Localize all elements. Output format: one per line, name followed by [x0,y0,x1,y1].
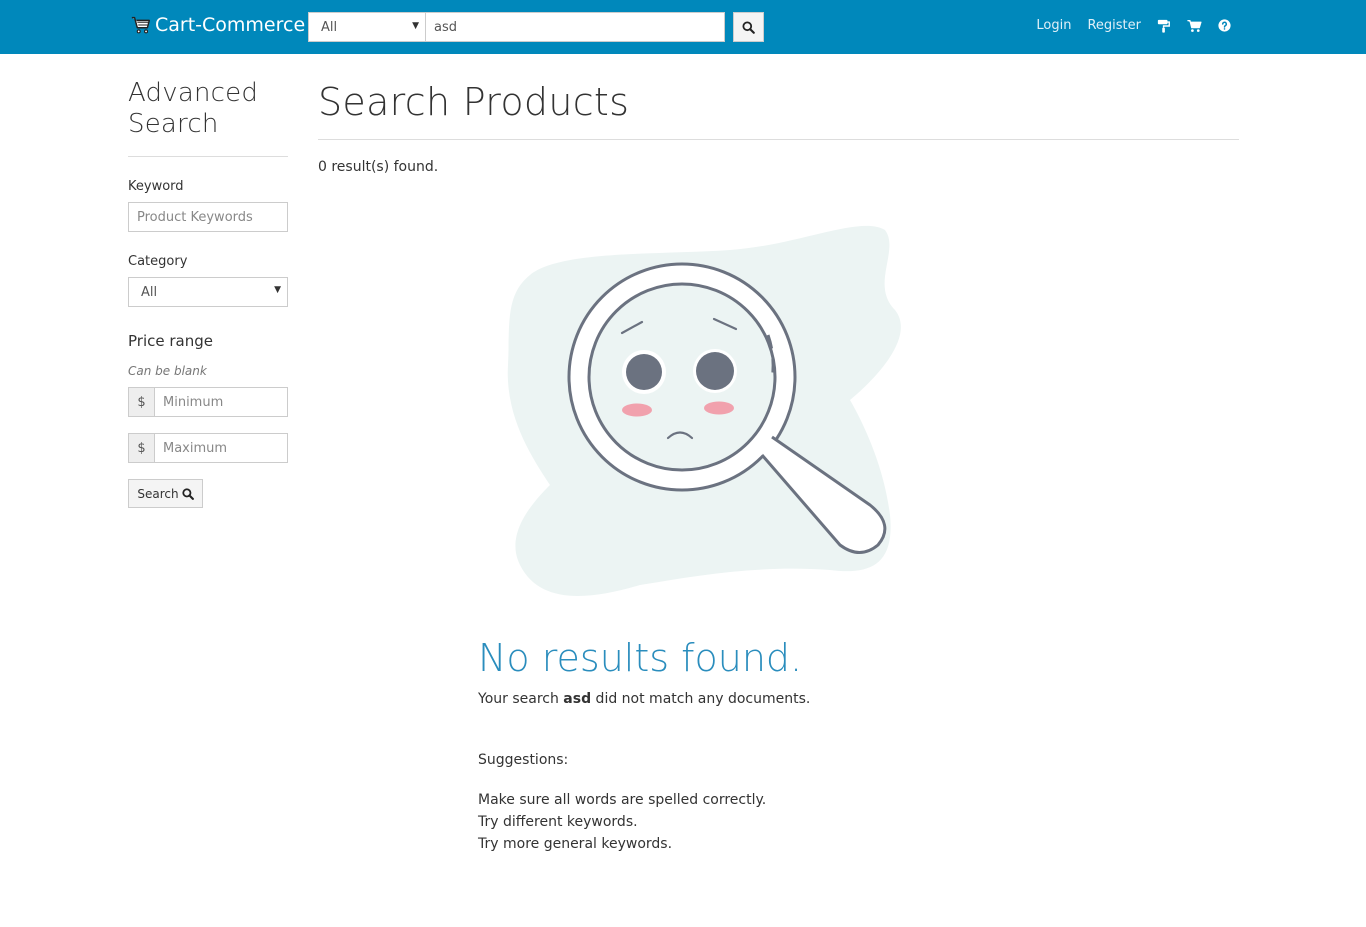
price-range-heading: Price range [128,332,213,350]
keyword-label: Keyword [128,179,184,194]
caret-down-icon: ▼ [274,285,281,295]
min-price-group: $ Minimum [128,387,288,417]
nav-links: Login Register [1036,18,1231,33]
search-query: asd [563,691,592,707]
no-results-prefix: Your search [478,691,564,707]
brand-link[interactable]: Cart-Commerce [130,14,305,36]
keyword-input[interactable]: Product Keywords [128,202,288,232]
search-button[interactable] [733,12,764,42]
max-price-placeholder: Maximum [163,441,228,456]
advanced-search-button-label: Search [137,486,179,501]
max-price-group: $ Maximum [128,433,288,463]
brand-name: Cart-Commerce [155,14,306,36]
category-select-value: All [321,20,338,35]
title-divider [318,139,1239,140]
sidebar-title: Advanced Search [128,78,258,140]
price-hint: Can be blank [128,364,207,378]
search-icon [181,487,194,500]
category-select[interactable]: All ▼ [308,12,426,42]
caret-down-icon: ▼ [412,21,419,31]
currency-addon: $ [128,433,155,463]
advanced-search-button[interactable]: Search [128,479,203,508]
category-label: Category [128,254,188,269]
no-results-message: Your search asd did not match any docume… [478,691,810,707]
search-input-value: asd [434,20,457,35]
keyword-placeholder: Product Keywords [137,210,253,225]
left-blush [622,403,652,417]
sidebar-divider [128,156,288,157]
top-navbar: Cart-Commerce All ▼ asd Login Register [0,0,1366,54]
suggestion-item: Try different keywords. [478,814,638,830]
magnifier-lens [587,282,777,472]
page-title: Search Products [318,80,630,124]
suggestions-list: Make sure all words are spelled correctl… [478,789,766,855]
suggestions-title: Suggestions: [478,752,569,768]
paint-roller-icon[interactable] [1157,19,1171,33]
right-blush [704,401,734,415]
suggestion-item: Try more general keywords. [478,836,673,852]
currency-addon: $ [128,387,155,417]
register-link[interactable]: Register [1087,18,1141,33]
search-input[interactable]: asd [425,12,725,42]
left-eye [626,354,662,390]
result-count: 0 result(s) found. [318,159,439,175]
no-results-illustration [507,225,901,597]
shopping-cart-icon[interactable] [1187,19,1202,33]
search-icon [742,20,755,34]
login-link[interactable]: Login [1036,18,1071,33]
sidebar-category-value: All [141,285,158,300]
cart-logo-icon [131,16,150,34]
min-price-input[interactable]: Minimum [155,387,288,417]
suggestion-item: Make sure all words are spelled correctl… [478,792,767,808]
no-results-suffix: did not match any documents. [591,691,811,707]
right-eye [696,352,734,390]
no-results-title: No results found. [478,636,803,680]
sidebar-category-select[interactable]: All ▼ [128,277,288,307]
sidebar-title-text: Advanced Search [128,78,259,139]
min-price-placeholder: Minimum [163,395,224,410]
question-circle-icon[interactable] [1218,19,1231,32]
max-price-input[interactable]: Maximum [155,433,288,463]
